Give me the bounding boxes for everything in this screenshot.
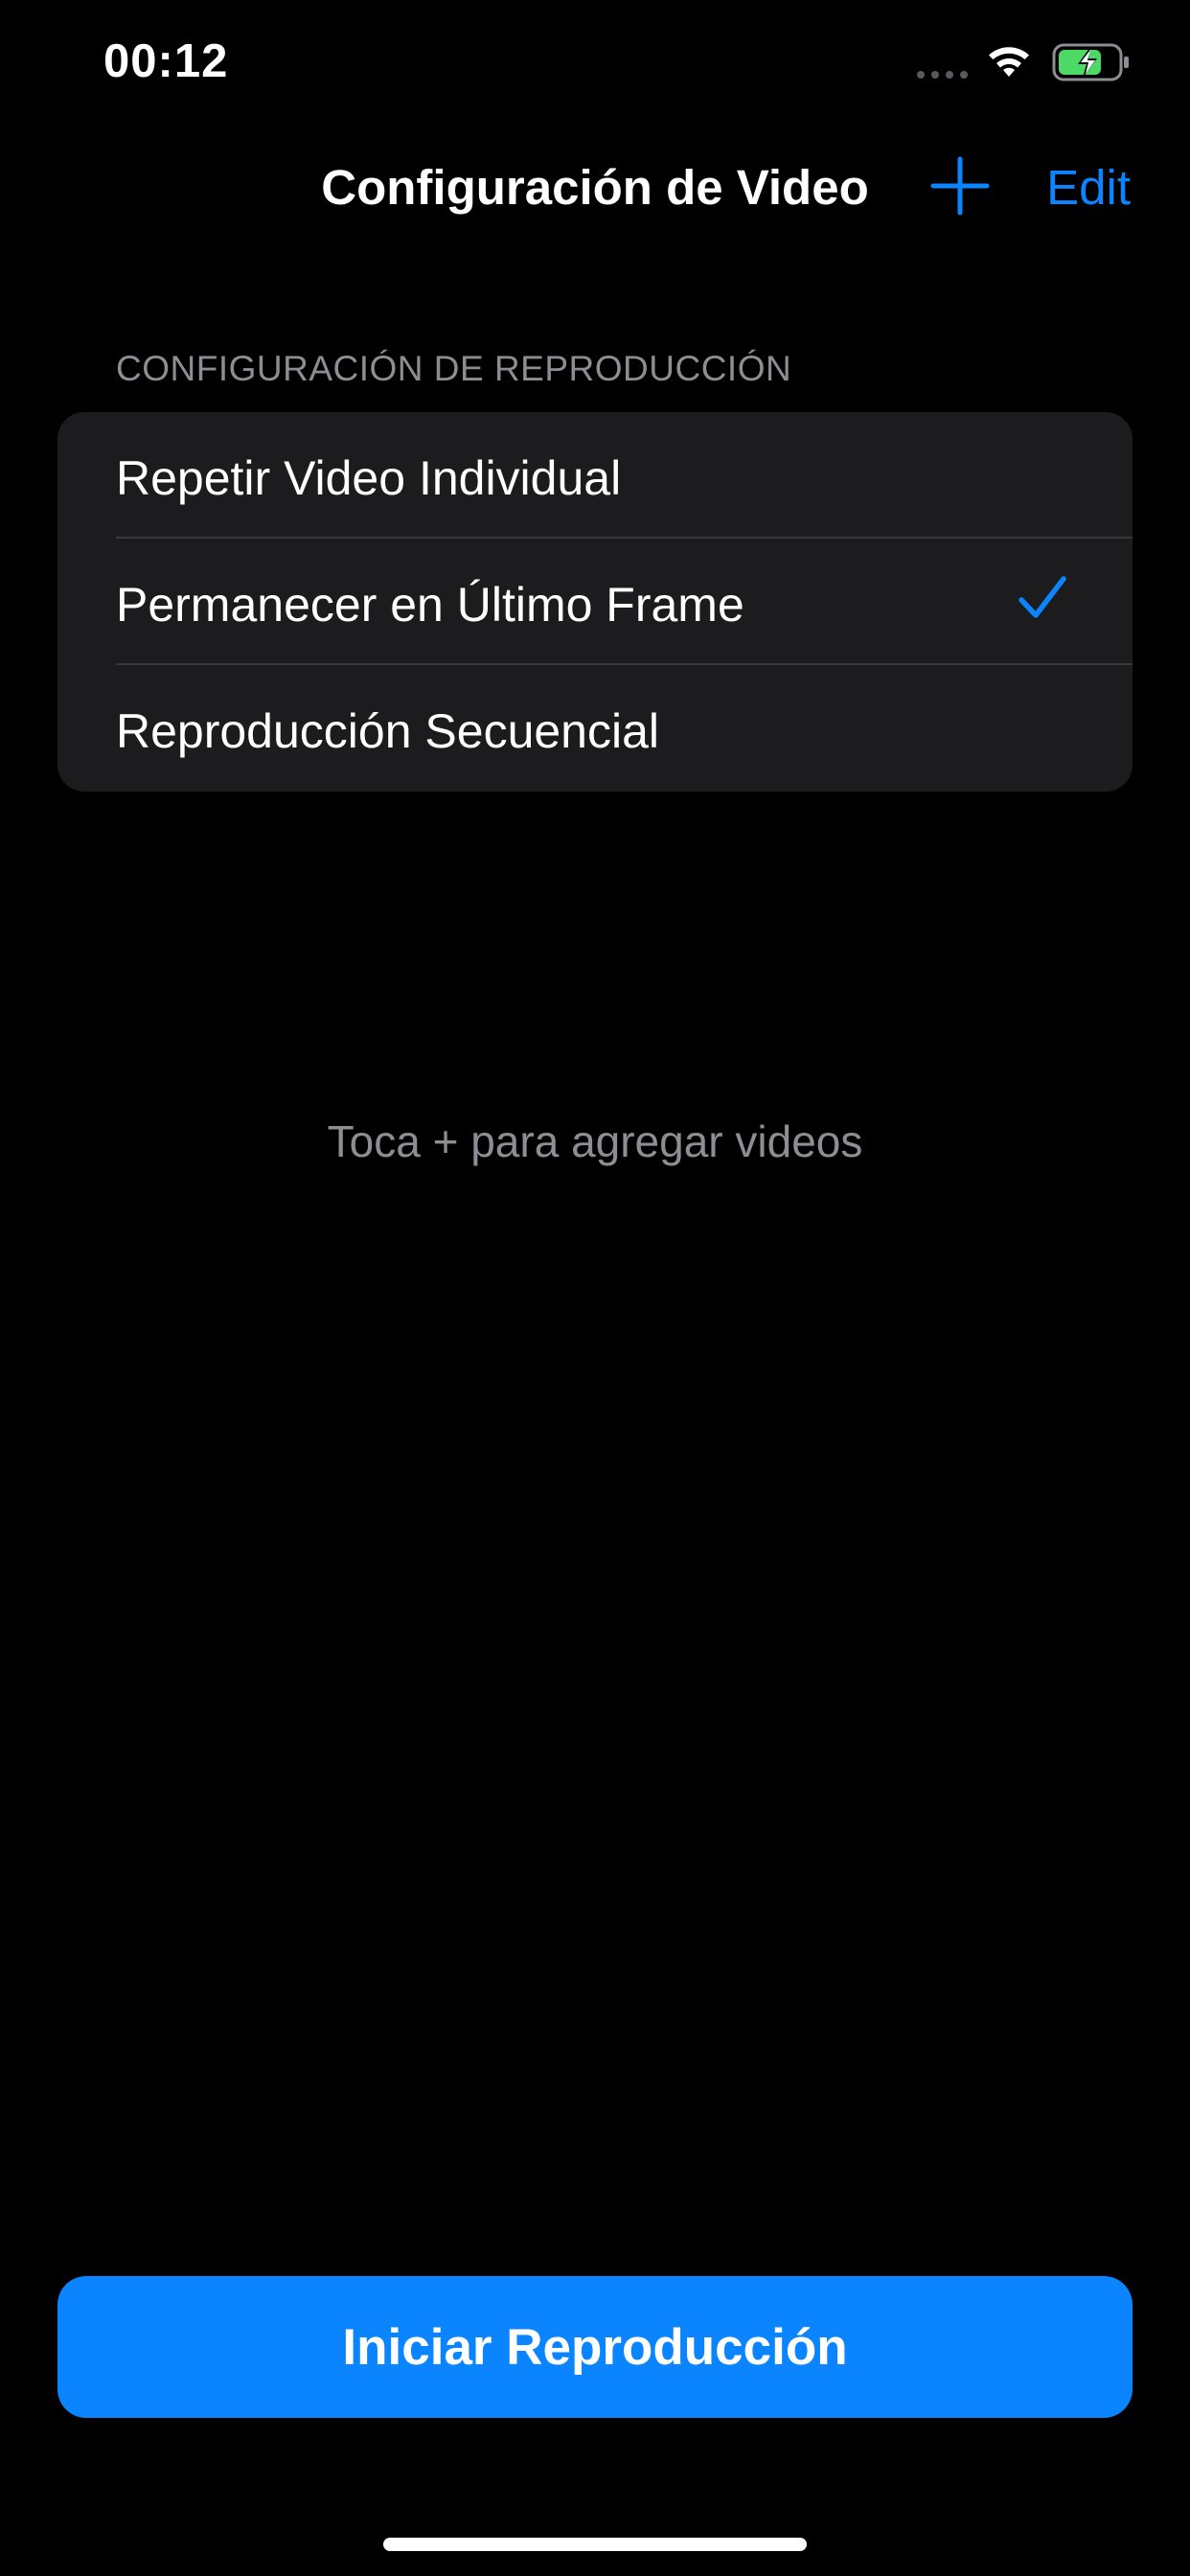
playback-options-list: Repetir Video Individual Permanecer en Ú… xyxy=(57,412,1133,792)
option-sequential[interactable]: Reproducción Secuencial xyxy=(57,665,1133,792)
plus-icon[interactable] xyxy=(927,153,993,218)
home-indicator[interactable] xyxy=(383,2538,807,2551)
section-header: CONFIGURACIÓN DE REPRODUCCIÓN xyxy=(116,349,792,388)
battery-charging-icon xyxy=(1052,43,1129,81)
option-repeat-single[interactable]: Repetir Video Individual xyxy=(57,412,1133,539)
checkmark-icon xyxy=(1018,576,1066,618)
option-stay-last-frame[interactable]: Permanecer en Último Frame xyxy=(57,539,1133,665)
empty-state-message: Toca + para agregar videos xyxy=(327,1116,863,1166)
option-label: Permanecer en Último Frame xyxy=(116,578,744,632)
status-bar: 00:12 xyxy=(0,0,1190,134)
status-time: 00:12 xyxy=(103,35,229,87)
option-label: Repetir Video Individual xyxy=(116,451,622,505)
wifi-icon xyxy=(989,47,1029,77)
option-label: Reproducción Secuencial xyxy=(116,704,660,758)
page-title: Configuración de Video xyxy=(321,160,869,215)
cellular-dots-icon xyxy=(917,71,968,79)
start-playback-button[interactable]: Iniciar Reproducción xyxy=(57,2276,1133,2418)
start-playback-label: Iniciar Reproducción xyxy=(342,2318,848,2376)
navigation-bar: Configuración de Video Edit xyxy=(0,134,1190,249)
edit-button[interactable]: Edit xyxy=(1046,159,1131,216)
